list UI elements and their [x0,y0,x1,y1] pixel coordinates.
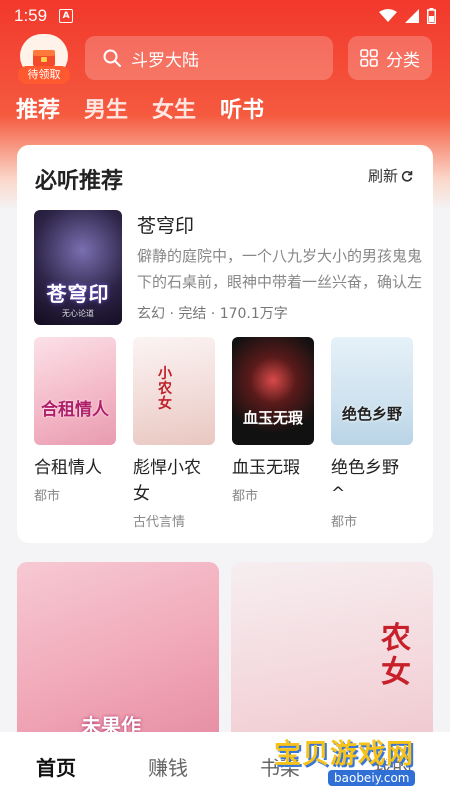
nav-home[interactable]: 首页 [0,752,112,781]
search-placeholder: 斗罗大陆 [131,50,199,71]
status-bar: 1:59 A [0,0,450,32]
category-label: 分类 [386,50,420,71]
book-title: 彪悍小农女 [133,458,201,504]
wifi-icon [379,9,397,22]
banner-cover-left[interactable]: 未果作 [17,562,219,742]
watermark-url: baobeiy.com [328,770,416,786]
gift-badge: 待领取 [18,66,70,84]
featured-book-title[interactable]: 苍穹印 [137,211,194,238]
book-cover-title: 合租情人 [41,400,109,420]
card-title: 必听推荐 [35,169,124,194]
book-tag: 都市 [34,489,61,504]
book-title: 绝色乡野^ [331,458,399,504]
tab-recommend[interactable]: 推荐 [16,92,60,124]
book-item[interactable]: 绝色乡野 绝色乡野^ 都市 [331,337,413,530]
book-cover-title: 血玉无瑕 [242,409,303,427]
status-icons [379,8,436,24]
book-item[interactable]: 合租情人 合租情人 都市 [34,337,116,504]
book-cover-title: 绝色乡野 [341,405,402,423]
book-tag: 都市 [232,489,259,504]
featured-book-cover[interactable]: 苍穹印 无心论道 [34,210,122,325]
book-tag: 都市 [331,515,358,530]
featured-desc-line: 下的石桌前，眼神中带着一丝兴奋，确认左 [137,273,423,291]
refresh-icon [401,170,413,182]
book-cover: 合租情人 [34,337,116,445]
book-item[interactable]: 血玉无瑕 血玉无瑕 都市 [232,337,314,504]
search-bar[interactable]: 斗罗大陆 [85,36,333,80]
book-tag: 古代言情 [133,515,186,530]
nav-earn[interactable]: 赚钱 [112,752,224,781]
gift-button[interactable]: 待领取 [18,34,70,84]
featured-cover-title: 苍穹印 [46,282,110,306]
channel-tabs: 推荐 男生 女生 听书 [16,92,264,124]
tab-audio[interactable]: 听书 [220,92,264,124]
book-cover: 绝色乡野 [331,337,413,445]
book-cover-title: 小农女 [158,366,172,412]
book-cover: 血玉无瑕 [232,337,314,445]
featured-book-meta: 玄幻 · 完结 · 170.1万字 [137,306,288,322]
featured-cover-author: 无心论道 [62,309,94,318]
featured-book-desc: 僻静的庭院中，一个八九岁大小的男孩鬼鬼 下的石桌前，眼神中带着一丝兴奋，确认左 [137,243,427,295]
banner-right-text: 农女 [381,621,411,690]
top-bar: 待领取 斗罗大陆 分类 [0,34,450,84]
search-icon [103,49,121,67]
tab-male[interactable]: 男生 [84,92,128,124]
book-cover: 小农女 [133,337,215,445]
watermark-text: 宝贝游戏网 [274,739,414,770]
tab-female[interactable]: 女生 [152,92,196,124]
book-title: 血玉无瑕 [232,458,300,478]
book-title: 合租情人 [34,458,102,478]
signal-icon [405,9,419,23]
refresh-label: 刷新 [367,167,398,185]
notification-a-icon: A [59,9,74,23]
recommend-card: 必听推荐 刷新 苍穹印 无心论道 苍穹印 僻静的庭院中，一个八九岁大小的男孩鬼鬼… [17,145,433,543]
battery-icon [427,8,436,24]
site-watermark: 宝贝游戏网 baobeiy.com [268,712,448,800]
grid-icon [360,49,378,67]
refresh-button[interactable]: 刷新 [368,165,413,186]
category-button[interactable]: 分类 [348,36,432,80]
status-time: 1:59 [14,6,48,25]
book-item[interactable]: 小农女 彪悍小农女 古代言情 [133,337,215,530]
featured-desc-line: 僻静的庭院中，一个八九岁大小的男孩鬼鬼 [137,247,423,265]
